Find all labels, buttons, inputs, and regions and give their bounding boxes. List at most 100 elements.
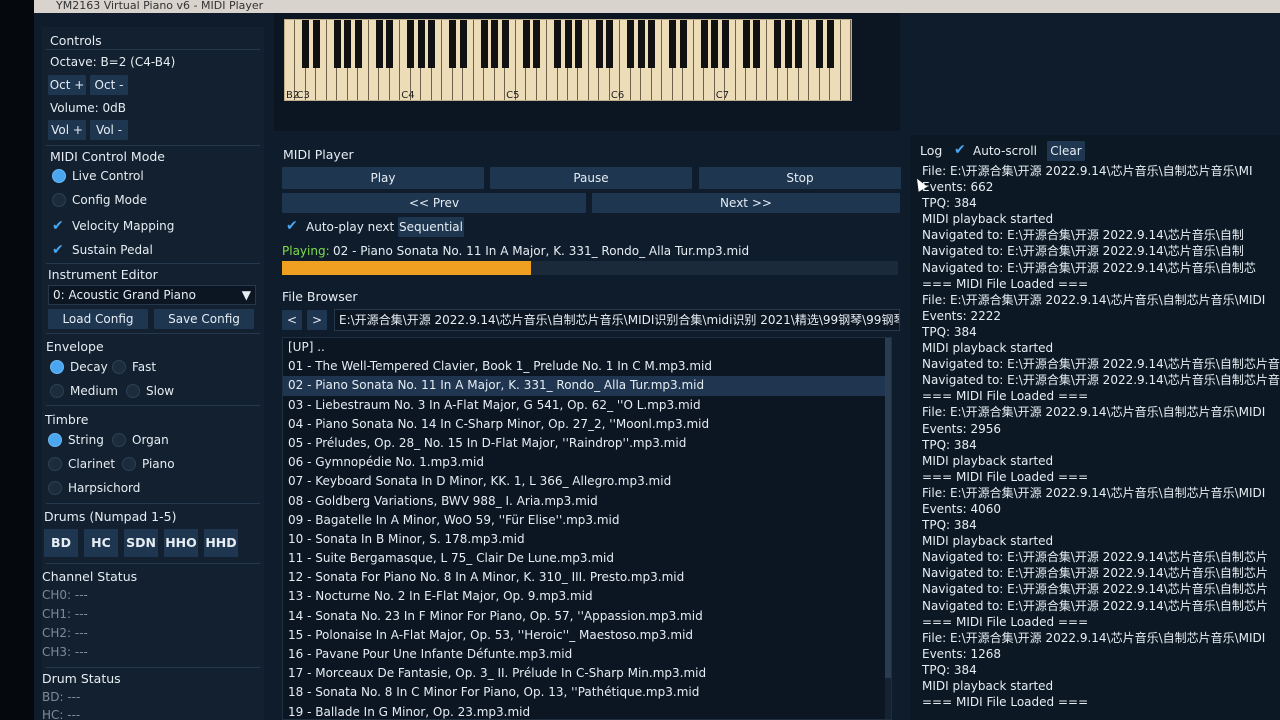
black-key[interactable] (417, 20, 425, 68)
black-key[interactable] (637, 20, 645, 68)
white-key[interactable] (285, 20, 296, 100)
black-key[interactable] (522, 20, 530, 68)
next-button[interactable]: Next >> (592, 193, 900, 213)
string-radio[interactable] (48, 433, 62, 447)
drum-bd-button[interactable]: BD (44, 529, 78, 557)
volume-up-button[interactable]: Vol + (48, 120, 86, 140)
file-list-item[interactable]: 02 - Piano Sonata No. 11 In A Major, K. … (283, 376, 891, 396)
volume-down-button[interactable]: Vol - (90, 120, 128, 140)
medium-radio[interactable] (50, 384, 64, 398)
chevron-down-icon[interactable]: ▼ (242, 286, 251, 304)
black-key[interactable] (449, 20, 457, 68)
piano-radio[interactable] (122, 457, 136, 471)
file-list-item[interactable]: 06 - Gymnopédie No. 1.mp3.mid (283, 453, 891, 472)
file-list-item[interactable]: 19 - Ballade In G Minor, Op. 23.mp3.mid (283, 703, 891, 719)
black-key[interactable] (491, 20, 499, 68)
back-button[interactable]: < (282, 310, 302, 330)
file-list-item[interactable]: 15 - Polonaise In A-Flat Major, Op. 53, … (283, 626, 891, 645)
file-list[interactable]: [UP] .. 01 - The Well-Tempered Clavier, B… (282, 337, 892, 720)
autoscroll-checkbox[interactable]: ✔ (954, 143, 968, 157)
autoplay-checkbox[interactable]: ✔ (286, 219, 300, 233)
black-key[interactable] (648, 20, 656, 68)
file-list-item[interactable]: 03 - Liebestraum No. 3 In A-Flat Major, … (283, 396, 891, 415)
black-key[interactable] (595, 20, 603, 68)
black-key[interactable] (554, 20, 562, 68)
fast-radio[interactable] (112, 360, 126, 374)
file-list-scrollbar[interactable] (885, 338, 891, 719)
black-key[interactable] (826, 20, 834, 68)
drum-hc-button[interactable]: HC (84, 529, 118, 557)
black-key[interactable] (375, 20, 383, 68)
live-control-radio[interactable] (52, 169, 66, 183)
black-key[interactable] (774, 20, 782, 68)
play-button[interactable]: Play (282, 167, 484, 189)
octave-down-button[interactable]: Oct - (90, 75, 128, 95)
black-key[interactable] (533, 20, 541, 68)
scrollbar-thumb[interactable] (885, 338, 891, 678)
file-list-item[interactable]: 05 - Préludes, Op. 28_ No. 15 In D-Flat … (283, 434, 891, 453)
clear-log-button[interactable]: Clear (1047, 141, 1085, 161)
black-key[interactable] (606, 20, 614, 68)
file-list-item[interactable]: 01 - The Well-Tempered Clavier, Book 1_ … (283, 357, 891, 376)
drum-hhd-button[interactable]: HHD (204, 529, 238, 557)
file-list-item[interactable]: 12 - Sonata For Piano No. 8 In A Minor, … (283, 568, 891, 587)
black-key[interactable] (386, 20, 394, 68)
black-key[interactable] (816, 20, 824, 68)
harpsichord-radio[interactable] (48, 481, 62, 495)
black-key[interactable] (354, 20, 362, 68)
black-key[interactable] (312, 20, 320, 68)
sustain-pedal-checkbox[interactable]: ✔ (52, 243, 66, 257)
playback-progress[interactable] (282, 261, 898, 275)
pause-button[interactable]: Pause (490, 167, 692, 189)
clarinet-radio[interactable] (48, 457, 62, 471)
config-mode-radio[interactable] (52, 193, 66, 207)
black-key[interactable] (721, 20, 729, 68)
stop-button[interactable]: Stop (699, 167, 901, 189)
white-key[interactable] (841, 20, 851, 100)
black-key[interactable] (302, 20, 310, 68)
black-key[interactable] (459, 20, 467, 68)
file-list-item[interactable]: 17 - Morceaux De Fantasie, Op. 3_ II. Pr… (283, 664, 891, 683)
instrument-select[interactable]: 0: Acoustic Grand Piano ▼ (48, 285, 256, 305)
file-list-item[interactable]: 16 - Pavane Pour Une Infante Défunte.mp3… (283, 645, 891, 664)
black-key[interactable] (700, 20, 708, 68)
file-list-item[interactable]: 08 - Goldberg Variations, BWV 988_ I. Ar… (283, 492, 891, 511)
decay-radio[interactable] (50, 360, 64, 374)
prev-button[interactable]: << Prev (282, 193, 586, 213)
black-key[interactable] (344, 20, 352, 68)
file-list-item[interactable]: 04 - Piano Sonata No. 14 In C-Sharp Mino… (283, 415, 891, 434)
black-key[interactable] (711, 20, 719, 68)
path-input[interactable]: E:\开源合集\开源 2022.9.14\芯片音乐\自制芯片音乐\MIDI识别合… (334, 309, 900, 331)
black-key[interactable] (753, 20, 761, 68)
sequential-button[interactable]: Sequential (398, 217, 464, 237)
load-config-button[interactable]: Load Config (48, 309, 148, 329)
save-config-button[interactable]: Save Config (154, 309, 254, 329)
black-key[interactable] (742, 20, 750, 68)
drum-hho-button[interactable]: HHO (164, 529, 198, 557)
black-key[interactable] (679, 20, 687, 68)
file-list-item[interactable]: 14 - Sonata No. 23 In F Minor For Piano,… (283, 607, 891, 626)
black-key[interactable] (564, 20, 572, 68)
black-key[interactable] (428, 20, 436, 68)
file-list-item[interactable]: 11 - Suite Bergamasque, L 75_ Clair De L… (283, 549, 891, 568)
file-list-item[interactable]: 10 - Sonata In B Minor, S. 178.mp3.mid (283, 530, 891, 549)
file-list-item[interactable]: 07 - Keyboard Sonata In D Minor, KK. 1, … (283, 472, 891, 491)
file-list-item[interactable]: 13 - Nocturne No. 2 In E-Flat Major, Op.… (283, 587, 891, 606)
file-list-item[interactable]: 18 - Sonata No. 8 In C Minor For Piano, … (283, 683, 891, 702)
black-key[interactable] (784, 20, 792, 68)
black-key[interactable] (627, 20, 635, 68)
drum-sdn-button[interactable]: SDN (124, 529, 158, 557)
black-key[interactable] (501, 20, 509, 68)
octave-up-button[interactable]: Oct + (48, 75, 86, 95)
black-key[interactable] (574, 20, 582, 68)
black-key[interactable] (669, 20, 677, 68)
velocity-mapping-checkbox[interactable]: ✔ (52, 219, 66, 233)
black-key[interactable] (333, 20, 341, 68)
black-key[interactable] (480, 20, 488, 68)
file-list-item[interactable]: [UP] .. (283, 338, 891, 357)
black-key[interactable] (407, 20, 415, 68)
organ-radio[interactable] (112, 433, 126, 447)
file-list-item[interactable]: 09 - Bagatelle In A Minor, WoO 59, ''Für… (283, 511, 891, 530)
forward-button[interactable]: > (307, 310, 327, 330)
slow-radio[interactable] (126, 384, 140, 398)
